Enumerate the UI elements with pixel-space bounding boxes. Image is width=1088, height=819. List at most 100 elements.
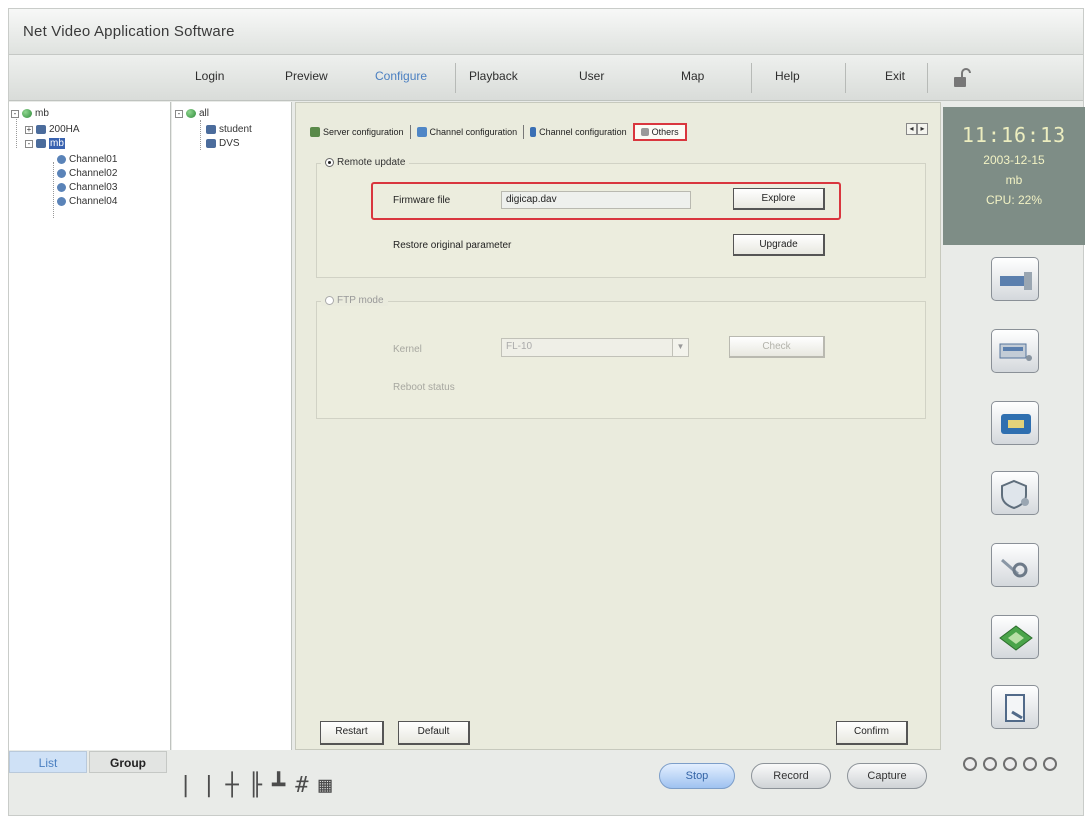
tab-channel-configuration-2[interactable]: Channel configuration <box>528 125 629 139</box>
menu-separator <box>845 63 846 93</box>
device-function-button[interactable] <box>991 329 1039 373</box>
camera-icon <box>57 197 66 206</box>
default-button[interactable]: Default <box>398 721 470 745</box>
server-icon <box>206 125 216 134</box>
search-icon <box>1001 558 1028 578</box>
tab-group[interactable]: Group <box>89 751 167 773</box>
dot-icon[interactable] <box>983 757 997 771</box>
capture-button[interactable]: Capture <box>847 763 927 789</box>
tree-node-group[interactable]: DVS <box>206 138 240 149</box>
tree-node-root[interactable]: - mb <box>11 108 49 119</box>
firmware-file-label: Firmware file <box>393 195 451 206</box>
tree-node-channel[interactable]: Channel01 <box>57 154 117 165</box>
record-icon <box>999 625 1033 651</box>
ftp-mode-legend[interactable]: FTP mode <box>321 295 388 306</box>
menu-help[interactable]: Help <box>775 69 800 83</box>
tab-scroll-buttons: ◂ ▸ <box>906 123 928 135</box>
reboot-status-label: Reboot status <box>393 382 455 393</box>
tree-node-device[interactable]: + 200HA <box>25 124 80 135</box>
record-function-button[interactable] <box>991 615 1039 659</box>
menu-preview[interactable]: Preview <box>285 69 328 83</box>
server-icon <box>206 139 216 148</box>
tree-node-channel[interactable]: Channel03 <box>57 182 117 193</box>
collapse-icon[interactable]: - <box>11 109 19 118</box>
menu-map[interactable]: Map <box>681 69 704 83</box>
unlock-icon[interactable] <box>951 67 973 89</box>
kernel-label: Kernel <box>393 344 422 355</box>
channel-config-icon <box>416 127 427 137</box>
menu-playback[interactable]: Playback <box>469 69 518 83</box>
layout-4-icon[interactable]: ┼ <box>226 773 239 799</box>
explore-button[interactable]: Explore <box>733 188 825 210</box>
layout-1-icon[interactable]: | <box>179 773 192 799</box>
restart-button[interactable]: Restart <box>320 721 384 745</box>
tree-node-group-root[interactable]: - all <box>175 108 209 119</box>
menu-configure[interactable]: Configure <box>375 69 427 83</box>
menu-login[interactable]: Login <box>195 69 224 83</box>
upgrade-button[interactable]: Upgrade <box>733 234 825 256</box>
log-icon <box>1005 694 1025 722</box>
dot-icon[interactable] <box>1043 757 1057 771</box>
tab-list[interactable]: List <box>9 751 87 773</box>
layout-2-icon[interactable]: | <box>202 773 215 799</box>
restore-parameter-label: Restore original parameter <box>393 240 512 251</box>
security-function-button[interactable] <box>991 471 1039 515</box>
layout-9-icon[interactable]: ┻ <box>272 773 285 799</box>
layout-16-icon[interactable]: # <box>295 773 308 799</box>
server-config-icon <box>310 127 320 137</box>
globe-icon <box>186 109 196 118</box>
firmware-file-field[interactable]: digicap.dav <box>501 191 691 209</box>
tab-scroll-left-icon[interactable]: ◂ <box>906 123 917 135</box>
remote-update-legend[interactable]: Remote update <box>321 157 410 168</box>
tab-server-configuration[interactable]: Server configuration <box>308 125 406 139</box>
tab-others[interactable]: Others <box>632 123 687 141</box>
server-icon <box>36 139 46 148</box>
tree-node-channel[interactable]: Channel04 <box>57 196 117 207</box>
dot-icon[interactable] <box>1023 757 1037 771</box>
device-icon <box>999 343 1032 361</box>
capture-card-function-button[interactable] <box>991 401 1039 445</box>
cpu-display: CPU: 22% <box>985 193 1043 207</box>
ftp-mode-group: FTP mode Kernel FL-10 ▼ Check Reboot sta… <box>316 295 926 419</box>
tab-channel-configuration[interactable]: Channel configuration <box>415 125 520 139</box>
group-tree[interactable]: - all student DVS <box>172 102 292 750</box>
clock-display: 11:16:13 <box>961 123 1067 147</box>
tab-scroll-right-icon[interactable]: ▸ <box>917 123 928 135</box>
remote-update-group: Remote update Firmware file digicap.dav … <box>316 157 926 278</box>
date-display: 2003-12-15 <box>983 153 1045 167</box>
tree-node-channel[interactable]: Channel02 <box>57 168 117 179</box>
preview-function-button[interactable] <box>991 257 1039 301</box>
user-display: mb <box>1005 173 1023 187</box>
device-tree[interactable]: - mb + 200HA - mb Channel01 Channel02 Ch… <box>9 102 171 750</box>
stop-button[interactable]: Stop <box>659 763 735 789</box>
camera-icon <box>57 169 66 178</box>
collapse-icon[interactable]: - <box>175 109 183 118</box>
chevron-down-icon[interactable]: ▼ <box>672 339 688 356</box>
title-bar: Net Video Application Software <box>9 9 1083 55</box>
shield-icon <box>1001 479 1029 510</box>
layout-more-icon[interactable]: ▦ <box>319 773 332 799</box>
collapse-icon[interactable]: - <box>25 139 33 148</box>
globe-icon <box>22 109 32 118</box>
expand-icon[interactable]: + <box>25 125 33 134</box>
layout-6-icon[interactable]: ╟ <box>249 773 262 799</box>
check-button[interactable]: Check <box>729 336 825 358</box>
log-function-button[interactable] <box>991 685 1039 729</box>
info-icon <box>530 127 537 137</box>
dot-icon[interactable] <box>1003 757 1017 771</box>
tree-node-device-selected[interactable]: - mb <box>25 138 65 149</box>
configure-subtabs: Server configuration Channel configurati… <box>308 121 687 143</box>
record-button[interactable]: Record <box>751 763 831 789</box>
ftp-mode-radio[interactable] <box>325 296 334 305</box>
dot-icon[interactable] <box>963 757 977 771</box>
status-panel: 11:16:13 2003-12-15 mb CPU: 22% <box>943 107 1085 245</box>
menu-separator <box>751 63 752 93</box>
remote-update-radio[interactable] <box>325 158 334 167</box>
search-function-button[interactable] <box>991 543 1039 587</box>
menu-exit[interactable]: Exit <box>885 69 905 83</box>
tree-node-group[interactable]: student <box>206 124 252 135</box>
tab-separator <box>409 125 411 139</box>
menu-user[interactable]: User <box>579 69 604 83</box>
kernel-select[interactable]: FL-10 ▼ <box>501 338 689 357</box>
confirm-button[interactable]: Confirm <box>836 721 908 745</box>
